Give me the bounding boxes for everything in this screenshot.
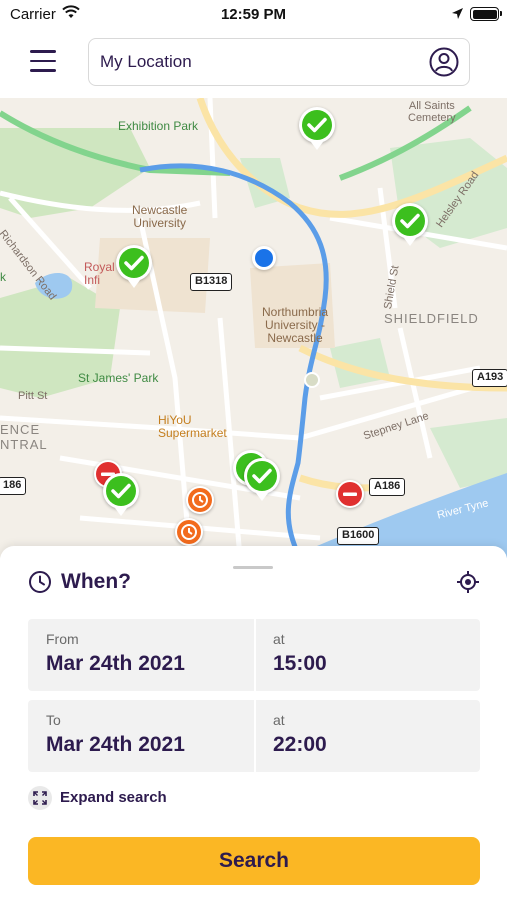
from-time-value: 15:00 xyxy=(273,652,327,675)
parking-pin-available[interactable] xyxy=(392,203,428,239)
checkmark-icon xyxy=(307,117,327,133)
expand-search-label: Expand search xyxy=(60,789,167,806)
when-bottom-sheet: When? From Mar 24th 2021 at 15:00 To Mar… xyxy=(0,546,507,900)
locate-me-icon[interactable] xyxy=(457,571,479,593)
checkmark-icon xyxy=(111,483,131,499)
from-datetime-box: From Mar 24th 2021 at 15:00 xyxy=(28,619,480,691)
map-label-hiyou-supermarket: HiYoU Supermarket xyxy=(158,413,227,440)
map-label-pitt-st: Pitt St xyxy=(18,390,48,402)
road-shield-b1600: B1600 xyxy=(337,527,380,545)
to-date-field[interactable]: To Mar 24th 2021 xyxy=(28,700,254,772)
location-arrow-icon xyxy=(452,8,463,19)
top-bar xyxy=(0,28,507,98)
when-title: When? xyxy=(61,570,131,593)
to-date-value: Mar 24th 2021 xyxy=(46,733,185,756)
parking-pin-time-limited[interactable] xyxy=(175,518,203,546)
road-shield-b1318: B1318 xyxy=(190,273,233,291)
map-label-science-central: ENCE NTRAL xyxy=(0,422,48,452)
parking-pin-no-entry[interactable] xyxy=(336,480,364,508)
clock-icon xyxy=(192,492,208,508)
to-time-field[interactable]: at 22:00 xyxy=(256,700,480,772)
checkmark-icon xyxy=(252,468,272,484)
map-label-all-saints-cemetery: All Saints Cemetery xyxy=(408,100,456,124)
map-label-newcastle-university: Newcastle University xyxy=(132,203,188,230)
from-date-field[interactable]: From Mar 24th 2021 xyxy=(28,619,254,691)
road-shield-a193: A193 xyxy=(472,369,507,387)
parking-pin-available[interactable] xyxy=(103,473,139,509)
parking-pin-time-limited[interactable] xyxy=(186,486,214,514)
to-time-label: at xyxy=(273,712,285,728)
from-time-label: at xyxy=(273,631,285,647)
parking-pin-available[interactable] xyxy=(299,107,335,143)
parking-pin-available[interactable] xyxy=(244,458,280,494)
map-label-st-james-park: St James' Park xyxy=(78,371,159,385)
clock-time: 12:59 PM xyxy=(220,6,287,23)
search-button[interactable]: Search xyxy=(28,837,480,885)
map-label-exhibition-park: Exhibition Park xyxy=(118,119,199,133)
road-shield-a186-left: 186 xyxy=(0,477,27,495)
expand-icon xyxy=(28,786,52,810)
checkmark-icon xyxy=(124,255,144,271)
user-avatar-icon[interactable] xyxy=(429,47,459,77)
hamburger-menu-icon xyxy=(30,50,56,53)
to-time-value: 22:00 xyxy=(273,733,327,756)
no-entry-icon xyxy=(343,492,357,496)
from-label: From xyxy=(46,631,79,647)
battery-icon xyxy=(470,7,502,21)
map-view[interactable]: Exhibition Park Newcastle University Ric… xyxy=(0,98,507,558)
map-label-northumbria-university: Northumbria University - Newcastle xyxy=(262,305,329,345)
parking-pin-available[interactable] xyxy=(116,245,152,281)
current-location-dot xyxy=(252,246,276,270)
clock-icon xyxy=(29,571,51,593)
road-shield-a186: A186 xyxy=(369,478,406,496)
menu-button[interactable] xyxy=(30,50,56,72)
map-label-shieldfield: SHIELDFIELD xyxy=(384,311,479,326)
location-search-input[interactable] xyxy=(100,50,420,74)
map-label-royal-infirmary: Royal Infi xyxy=(84,260,115,287)
from-time-field[interactable]: at 15:00 xyxy=(256,619,480,691)
to-label: To xyxy=(46,712,61,728)
sheet-grabber[interactable] xyxy=(233,566,273,569)
from-date-value: Mar 24th 2021 xyxy=(46,652,185,675)
map-label-park-fragment: k xyxy=(0,270,6,284)
to-datetime-box: To Mar 24th 2021 at 22:00 xyxy=(28,700,480,772)
checkmark-icon xyxy=(400,213,420,229)
location-search-box xyxy=(88,38,470,86)
clock-icon xyxy=(181,524,197,540)
status-bar: Carrier 12:59 PM xyxy=(0,0,507,28)
